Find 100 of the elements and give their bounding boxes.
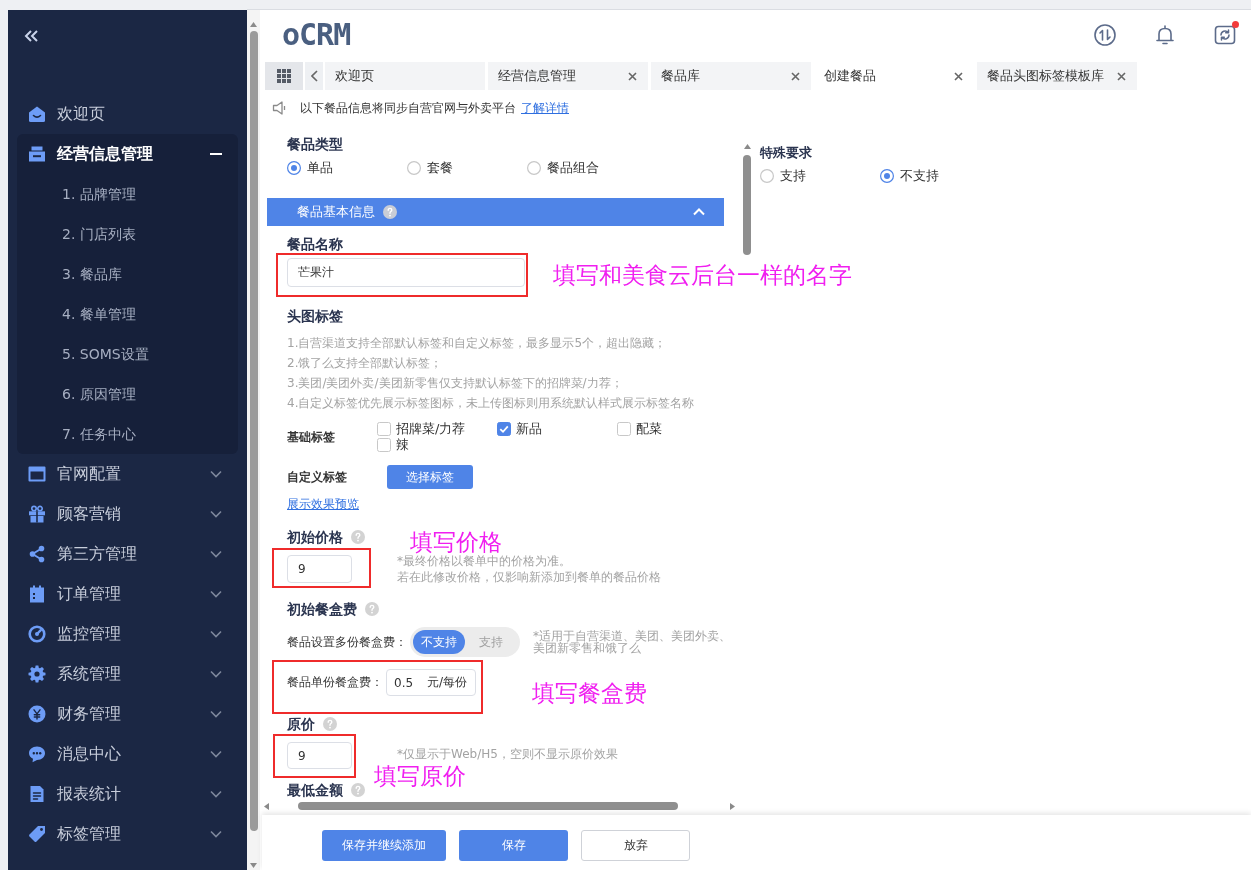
- menu-item[interactable]: 顾客营销: [17, 494, 238, 534]
- section-title: 餐品基本信息: [297, 203, 375, 221]
- field-label: 头图标签: [287, 307, 344, 326]
- help-icon[interactable]: [383, 205, 397, 219]
- triangle-down-icon[interactable]: [250, 863, 257, 868]
- scrollbar-thumb[interactable]: [743, 155, 751, 255]
- tab[interactable]: 餐品库: [651, 62, 811, 90]
- submenu-item[interactable]: 7. 任务中心: [17, 414, 238, 454]
- chat-bubble-icon: [28, 745, 46, 763]
- checkbox[interactable]: [497, 422, 511, 436]
- chevron-up-icon[interactable]: [693, 208, 705, 216]
- menu-item[interactable]: 欢迎页: [17, 94, 238, 134]
- document-icon: [28, 785, 46, 803]
- chevron-down-icon: [210, 790, 222, 798]
- checkbox[interactable]: [617, 422, 631, 436]
- footer-button[interactable]: 放弃: [581, 830, 690, 861]
- menu-item[interactable]: 报表统计: [17, 774, 238, 814]
- field-label: 初始餐盒费: [287, 600, 357, 619]
- menu-item[interactable]: 经营信息管理: [17, 134, 238, 174]
- checkbox-label: 辣: [396, 436, 409, 454]
- triangle-up-icon[interactable]: [250, 22, 257, 27]
- transfer-icon[interactable]: [1094, 24, 1116, 46]
- checkbox-label: 新品: [516, 420, 542, 438]
- submenu-item[interactable]: 1. 品牌管理: [17, 174, 238, 214]
- radio-label: 单品: [307, 159, 333, 177]
- hint-text: 1.自营渠道支持全部默认标签和自定义标签，最多显示5个，超出隐藏；: [287, 335, 668, 352]
- annotation-text: 填写餐盒费: [532, 681, 647, 705]
- details-link[interactable]: 了解详情: [521, 99, 569, 117]
- tray-icon: [28, 145, 46, 163]
- select-tags-button[interactable]: 选择标签: [387, 465, 473, 489]
- triangle-right-icon[interactable]: [730, 802, 735, 810]
- menu-item[interactable]: 消息中心: [17, 734, 238, 774]
- menu-item[interactable]: 财务管理: [17, 694, 238, 734]
- close-icon[interactable]: [1117, 71, 1126, 81]
- checkbox[interactable]: [377, 438, 391, 452]
- field-label: 特殊要求: [760, 144, 813, 162]
- menu-item[interactable]: 系统管理: [17, 654, 238, 694]
- chevron-down-icon: [210, 830, 222, 838]
- toggle-option[interactable]: 不支持: [413, 630, 465, 654]
- chevron-down-icon: [210, 550, 222, 558]
- checkbox-label: 配菜: [636, 420, 662, 438]
- close-icon[interactable]: [954, 71, 963, 81]
- bell-icon[interactable]: [1154, 24, 1176, 46]
- submenu-item[interactable]: 6. 原因管理: [17, 374, 238, 414]
- submenu-item[interactable]: 5. SOMS设置: [17, 334, 238, 374]
- notice-text: 以下餐品信息将同步自营官网与外卖平台: [300, 99, 516, 117]
- scrollbar-thumb[interactable]: [249, 31, 258, 831]
- unit-label: 元/每份: [426, 674, 467, 691]
- field-label: 餐品设置多份餐盒费：: [287, 633, 408, 651]
- triangle-left-icon[interactable]: [264, 802, 269, 810]
- share-icon: [28, 545, 46, 563]
- tab-scroll-left-button[interactable]: [305, 62, 323, 90]
- annotation-text: 填写价格: [410, 530, 502, 554]
- hint-text: *最终价格以餐单中的价格为准。: [397, 554, 572, 569]
- menu-item[interactable]: 第三方管理: [17, 534, 238, 574]
- radio-button[interactable]: [407, 161, 421, 175]
- menu-item[interactable]: 官网配置: [17, 454, 238, 494]
- app-grid-button[interactable]: [265, 62, 303, 90]
- close-icon[interactable]: [791, 71, 800, 81]
- field-label: 自定义标签: [287, 469, 348, 485]
- footer-button[interactable]: 保存: [459, 830, 568, 861]
- menu-item[interactable]: 订单管理: [17, 574, 238, 614]
- menu-item[interactable]: 监控管理: [17, 614, 238, 654]
- footer-button[interactable]: 保存并继续添加: [322, 830, 446, 861]
- text-input[interactable]: 芒果汁: [287, 258, 525, 287]
- fee-input[interactable]: 0.5 元/每份: [386, 669, 476, 696]
- tab[interactable]: 餐品头图标签模板库: [977, 62, 1137, 90]
- menu-item[interactable]: 标签管理: [17, 814, 238, 854]
- clipboard-icon: [28, 585, 46, 603]
- speaker-icon: [272, 101, 288, 115]
- radio-button[interactable]: [527, 161, 541, 175]
- checkbox[interactable]: [377, 422, 391, 436]
- preview-link[interactable]: 展示效果预览: [287, 496, 359, 512]
- submenu-item[interactable]: 4. 餐单管理: [17, 294, 238, 334]
- hint-text: *适用于自营渠道、美团、美团外卖、美团新零售和饿了么: [533, 630, 732, 654]
- double-chevron-left-icon[interactable]: [24, 30, 38, 42]
- radio-button[interactable]: [880, 169, 894, 183]
- close-icon[interactable]: [628, 71, 637, 81]
- tab[interactable]: 经营信息管理: [488, 62, 648, 90]
- home-icon: [28, 105, 46, 123]
- annotation-text: 填写和美食云后台一样的名字: [553, 263, 852, 287]
- radio-button[interactable]: [287, 161, 301, 175]
- settings-icon: [28, 665, 46, 683]
- submenu-item[interactable]: 2. 门店列表: [17, 214, 238, 254]
- refresh-icon[interactable]: [1214, 24, 1236, 46]
- triangle-up-icon[interactable]: [743, 144, 751, 149]
- radio-button[interactable]: [760, 169, 774, 183]
- price-input[interactable]: 9: [287, 555, 352, 583]
- chevron-down-icon: [210, 590, 222, 598]
- submenu-item[interactable]: 3. 餐品库: [17, 254, 238, 294]
- chevron-down-icon: [210, 710, 222, 718]
- field-label: 餐品单份餐盒费：: [287, 674, 384, 691]
- browser-window-icon: [28, 465, 46, 483]
- radio-label: 套餐: [427, 159, 453, 177]
- field-label: 初始价格: [287, 528, 343, 547]
- chevron-left-icon: [310, 70, 318, 82]
- scrollbar-thumb[interactable]: [298, 802, 678, 810]
- price-input[interactable]: 9: [287, 742, 352, 769]
- tab[interactable]: 欢迎页: [325, 62, 485, 90]
- annotation-text: 填写原价: [374, 764, 466, 788]
